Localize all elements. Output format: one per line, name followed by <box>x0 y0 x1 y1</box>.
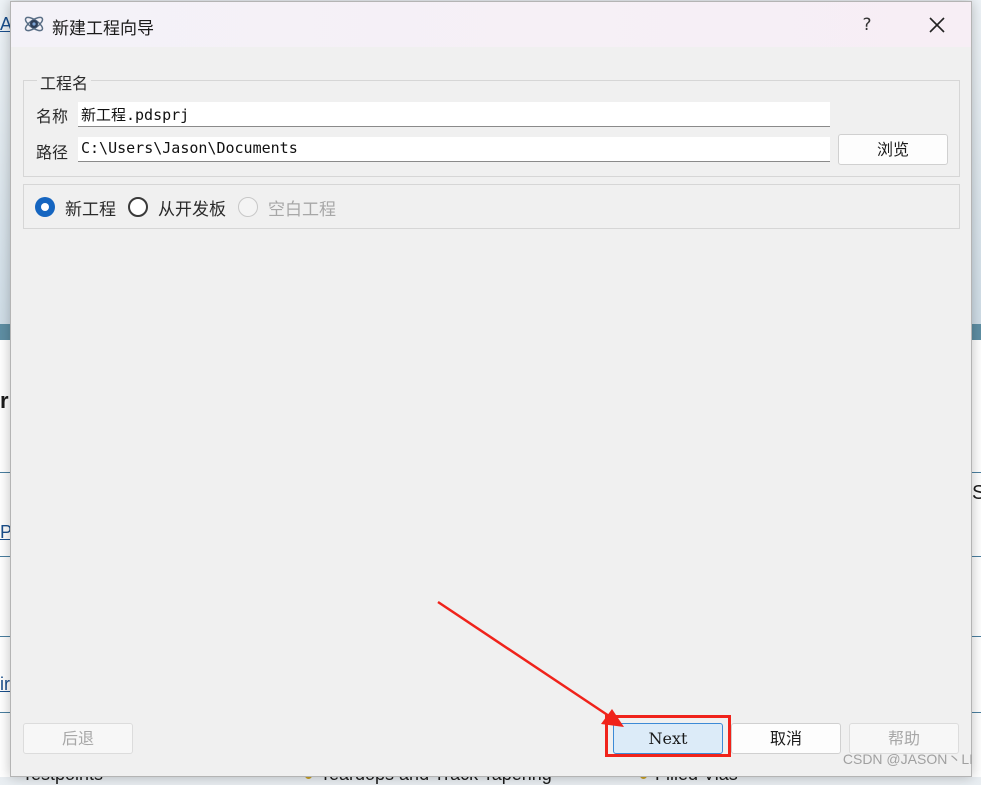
project-name-input[interactable]: 新工程.pdsprj <box>78 102 830 127</box>
radio-label: 从开发板 <box>158 199 226 220</box>
radio-checked-icon <box>35 197 55 217</box>
background-link-fragment[interactable]: P3 <box>0 522 10 543</box>
path-label: 路径 <box>36 143 69 162</box>
app-logo-icon <box>24 16 44 32</box>
cancel-button[interactable]: 取消 <box>731 723 841 754</box>
next-button[interactable]: Next <box>613 723 723 754</box>
background-link-fragment[interactable]: AS <box>0 14 10 35</box>
radio-unchecked-icon <box>128 197 148 217</box>
back-button: 后退 <box>23 723 133 754</box>
radio-disabled-icon <box>238 197 258 217</box>
project-name-group: 工程名 名称 新工程.pdsprj 路径 C:\Users\Jason\Docu… <box>23 70 960 177</box>
name-label: 名称 <box>36 107 69 126</box>
radio-blank-project: 空白工程 <box>238 195 336 220</box>
radio-new-project[interactable]: 新工程 <box>35 195 116 220</box>
background-text-fragment: S <box>972 482 981 504</box>
new-project-wizard-dialog: 新建工程向导 ? 工程名 名称 新工程.pdsprj 路径 C:\Users\J… <box>10 1 972 777</box>
radio-from-dev-board[interactable]: 从开发板 <box>128 195 226 220</box>
radio-label: 空白工程 <box>268 199 336 220</box>
radio-label: 新工程 <box>65 199 116 220</box>
browse-button[interactable]: 浏览 <box>838 134 948 165</box>
project-path-input[interactable]: C:\Users\Jason\Documents <box>78 137 830 162</box>
project-name-group-title: 工程名 <box>37 70 92 94</box>
dialog-titlebar[interactable]: 新建工程向导 ? <box>11 2 971 47</box>
background-heading-fragment: r <box>0 388 9 413</box>
dialog-title: 新建工程向导 <box>52 19 154 39</box>
close-button[interactable] <box>917 7 957 43</box>
help-button[interactable]: ? <box>849 7 885 43</box>
background-link-fragment[interactable]: ir <box>0 674 10 695</box>
watermark: CSDN @JASON丶LI <box>842 751 973 767</box>
close-icon <box>929 17 945 33</box>
